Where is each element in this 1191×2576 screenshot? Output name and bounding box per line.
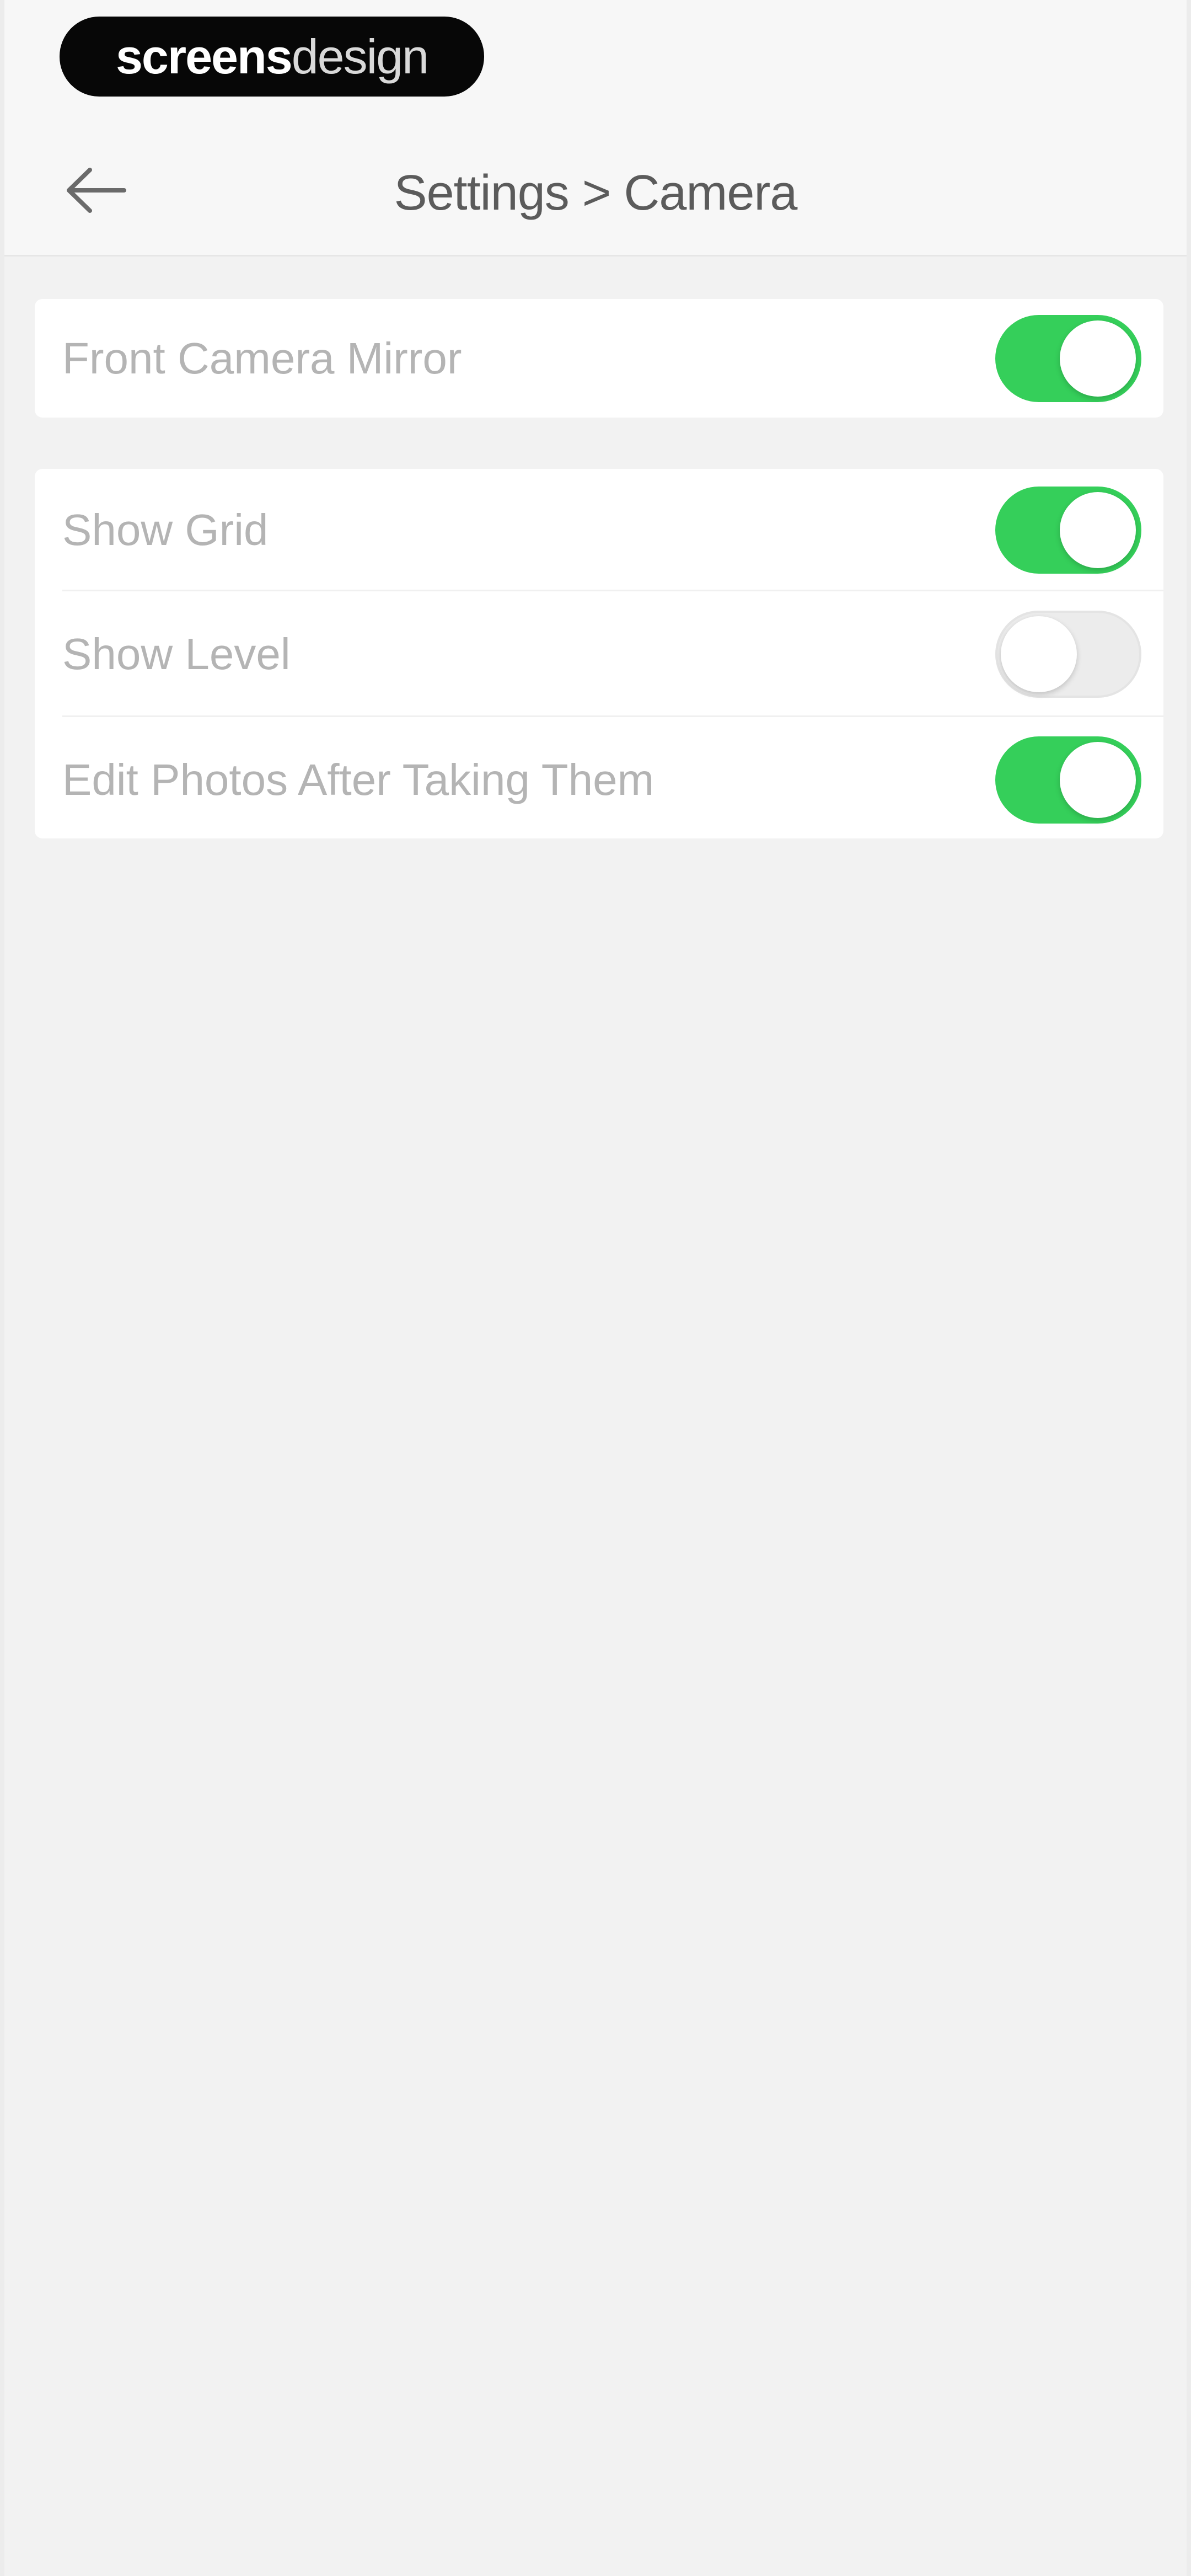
- settings-group-mirror: Front Camera Mirror: [35, 299, 1163, 418]
- front-camera-mirror-toggle[interactable]: [995, 314, 1141, 402]
- show-level-toggle[interactable]: [995, 611, 1141, 698]
- arrow-left-icon: [67, 168, 126, 213]
- settings-camera-screen: screens design Settings > Camera Front Ca…: [4, 0, 1187, 2576]
- settings-group-camera-options: Show Grid Show Level Edit Photos After T…: [35, 469, 1163, 838]
- logo-text-bold: screens: [115, 29, 293, 84]
- screensdesign-logo: screens design: [60, 17, 484, 97]
- setting-label: Show Level: [62, 629, 291, 678]
- setting-label: Show Grid: [62, 505, 269, 554]
- edit-photos-toggle[interactable]: [995, 736, 1141, 824]
- show-grid-toggle[interactable]: [995, 487, 1141, 574]
- toggle-knob: [1060, 492, 1136, 568]
- setting-row-show-grid: Show Grid: [35, 469, 1163, 591]
- toggle-knob: [1001, 616, 1077, 692]
- back-button[interactable]: [57, 157, 134, 223]
- setting-row-edit-photos: Edit Photos After Taking Them: [35, 717, 1163, 843]
- toggle-knob: [1060, 742, 1136, 818]
- setting-label: Front Camera Mirror: [62, 333, 462, 383]
- toggle-knob: [1060, 320, 1136, 397]
- setting-label: Edit Photos After Taking Them: [62, 755, 654, 804]
- setting-row-show-level: Show Level: [35, 591, 1163, 717]
- logo-text-light: design: [291, 29, 429, 84]
- page-title: Settings > Camera: [394, 165, 798, 221]
- navigation-header: screens design Settings > Camera: [4, 0, 1187, 256]
- setting-row-front-camera-mirror: Front Camera Mirror: [35, 299, 1163, 418]
